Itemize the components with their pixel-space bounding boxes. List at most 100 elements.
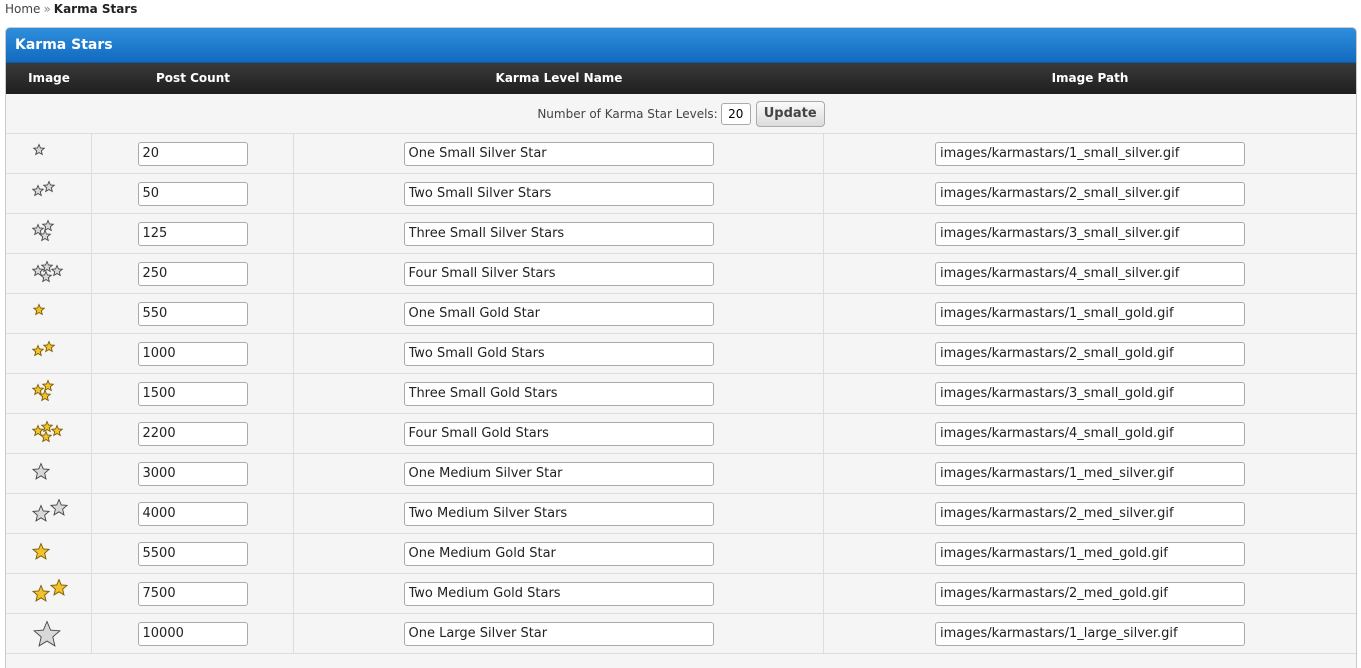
post-count-input[interactable] — [137, 181, 248, 206]
image-path-cell — [824, 494, 1356, 533]
image-path-input[interactable] — [935, 181, 1245, 206]
image-path-input[interactable] — [935, 461, 1245, 486]
image-cell — [6, 334, 92, 373]
level-name-input[interactable] — [403, 181, 714, 206]
karma-stars-panel: Karma Stars Image Post Count Karma Level… — [5, 27, 1357, 668]
image-path-cell — [824, 294, 1356, 333]
level-name-input[interactable] — [403, 501, 714, 526]
post-count-cell — [92, 254, 294, 293]
update-button[interactable]: Update — [755, 100, 825, 127]
post-count-cell — [92, 174, 294, 213]
post-count-input[interactable] — [137, 581, 248, 606]
level-name-input[interactable] — [403, 341, 714, 366]
level-name-cell — [294, 574, 824, 613]
image-path-input[interactable] — [935, 501, 1245, 526]
level-name-cell — [294, 334, 824, 373]
breadcrumb: Home» Karma Stars — [5, 2, 137, 16]
image-cell — [6, 374, 92, 413]
post-count-cell — [92, 614, 294, 653]
image-cell — [6, 414, 92, 453]
post-count-input[interactable] — [137, 341, 248, 366]
level-name-input[interactable] — [403, 221, 714, 246]
image-path-cell — [824, 334, 1356, 373]
table-row — [6, 334, 1356, 374]
post-count-input[interactable] — [137, 261, 248, 286]
table-row — [6, 534, 1356, 574]
level-name-cell — [294, 614, 824, 653]
image-path-input[interactable] — [935, 221, 1245, 246]
post-count-input[interactable] — [137, 141, 248, 166]
level-name-cell — [294, 254, 824, 293]
post-count-input[interactable] — [137, 621, 248, 646]
image-cell — [6, 214, 92, 253]
image-cell — [6, 174, 92, 213]
post-count-input[interactable] — [137, 381, 248, 406]
level-name-cell — [294, 494, 824, 533]
image-path-cell — [824, 214, 1356, 253]
level-name-input[interactable] — [403, 581, 714, 606]
breadcrumb-home-link[interactable]: Home — [5, 2, 40, 16]
column-header-post-count: Post Count — [156, 71, 230, 85]
post-count-input[interactable] — [137, 421, 248, 446]
one-medium-gold-star-icon — [32, 541, 51, 560]
image-path-input[interactable] — [935, 621, 1245, 646]
table-row — [6, 214, 1356, 254]
image-path-input[interactable] — [935, 141, 1245, 166]
level-name-input[interactable] — [403, 141, 714, 166]
post-count-input[interactable] — [137, 301, 248, 326]
level-name-cell — [294, 454, 824, 493]
post-count-cell — [92, 214, 294, 253]
level-name-input[interactable] — [403, 621, 714, 646]
karma-table-body — [6, 134, 1356, 654]
image-cell — [6, 494, 92, 533]
image-path-cell — [824, 374, 1356, 413]
level-name-input[interactable] — [403, 421, 714, 446]
image-path-input[interactable] — [935, 581, 1245, 606]
image-path-cell — [824, 574, 1356, 613]
post-count-cell — [92, 574, 294, 613]
image-path-input[interactable] — [935, 421, 1245, 446]
level-name-cell — [294, 294, 824, 333]
breadcrumb-separator: » — [43, 2, 51, 16]
level-name-input[interactable] — [403, 541, 714, 566]
two-small-silver-stars-icon — [32, 179, 56, 196]
image-path-input[interactable] — [935, 341, 1245, 366]
table-row — [6, 254, 1356, 294]
image-cell — [6, 254, 92, 293]
one-small-silver-star-icon — [32, 142, 46, 155]
levels-row: Number of Karma Star Levels: Update — [6, 94, 1356, 134]
one-small-gold-star-icon — [32, 302, 46, 315]
level-name-input[interactable] — [403, 301, 714, 326]
post-count-cell — [92, 534, 294, 573]
panel-title: Karma Stars — [6, 28, 1356, 63]
table-row — [6, 174, 1356, 214]
image-path-input[interactable] — [935, 541, 1245, 566]
table-row — [6, 294, 1356, 334]
four-small-silver-stars-icon — [32, 259, 64, 282]
image-cell — [6, 574, 92, 613]
column-header-level-name: Karma Level Name — [495, 71, 623, 85]
image-path-input[interactable] — [935, 261, 1245, 286]
image-path-input[interactable] — [935, 301, 1245, 326]
two-medium-silver-stars-icon — [32, 498, 68, 522]
level-name-cell — [294, 214, 824, 253]
post-count-input[interactable] — [137, 541, 248, 566]
level-name-input[interactable] — [403, 261, 714, 286]
post-count-cell — [92, 294, 294, 333]
level-name-input[interactable] — [403, 381, 714, 406]
image-path-cell — [824, 174, 1356, 213]
image-path-cell — [824, 614, 1356, 653]
image-cell — [6, 294, 92, 333]
image-path-cell — [824, 454, 1356, 493]
image-path-input[interactable] — [935, 381, 1245, 406]
post-count-cell — [92, 334, 294, 373]
levels-count-input[interactable] — [720, 102, 751, 125]
image-path-cell — [824, 534, 1356, 573]
one-medium-silver-star-icon — [32, 461, 51, 480]
breadcrumb-current: Karma Stars — [53, 2, 138, 16]
post-count-input[interactable] — [137, 221, 248, 246]
level-name-input[interactable] — [403, 461, 714, 486]
post-count-input[interactable] — [137, 461, 248, 486]
post-count-input[interactable] — [137, 501, 248, 526]
image-cell — [6, 454, 92, 493]
